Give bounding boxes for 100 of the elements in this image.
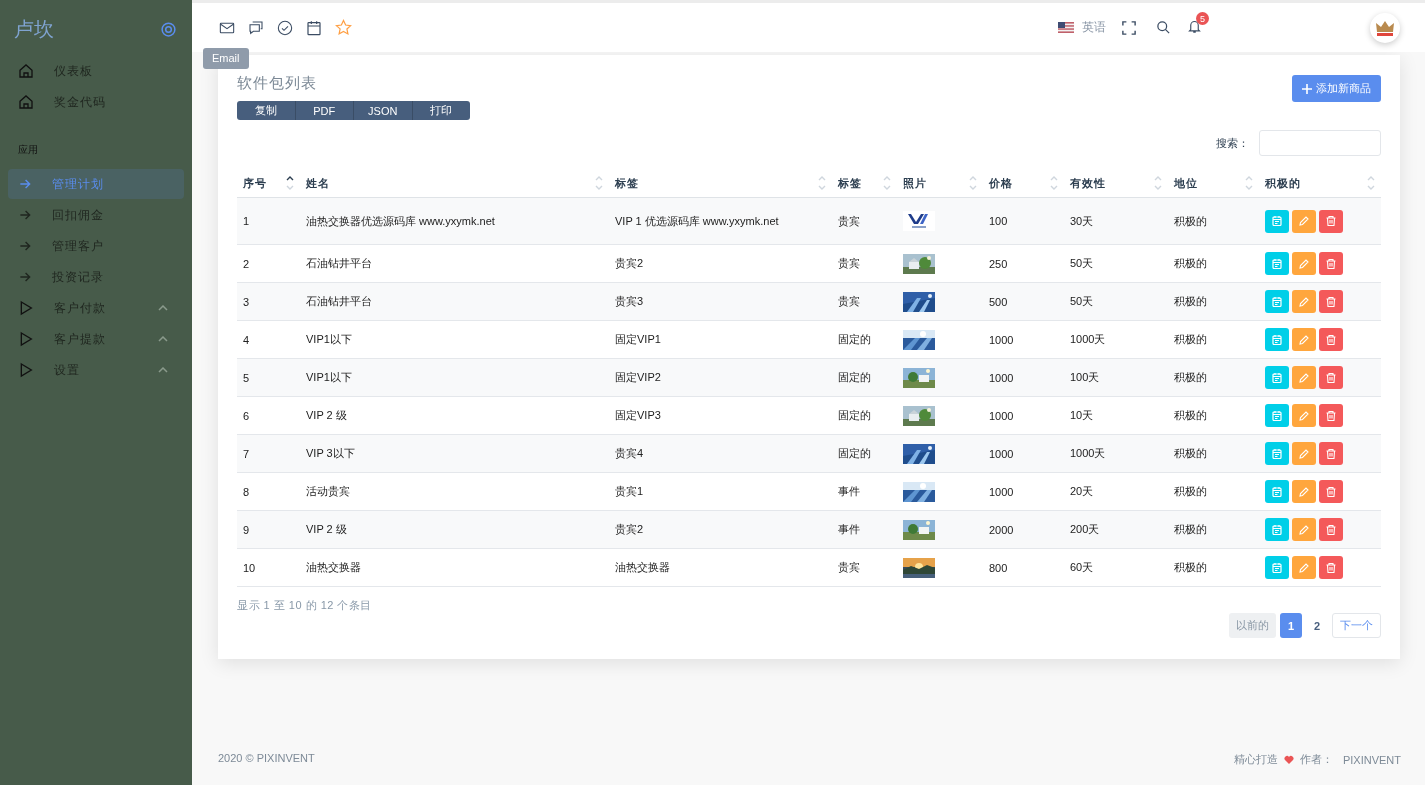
pencil-icon xyxy=(1298,409,1310,422)
table-cell: 贵宾3 xyxy=(615,295,644,307)
table-cell: 2 xyxy=(243,257,250,270)
search-icon[interactable] xyxy=(1156,20,1171,35)
export-button[interactable]: 复制 xyxy=(237,101,296,120)
table-cell: 8 xyxy=(243,485,250,498)
export-button[interactable]: 打印 xyxy=(412,101,470,120)
delete-button[interactable] xyxy=(1319,404,1343,427)
details-button[interactable] xyxy=(1265,404,1289,427)
edit-button[interactable] xyxy=(1292,556,1316,579)
footer-text: 作者： xyxy=(1299,752,1333,767)
chevron-up-icon xyxy=(158,336,168,342)
page-button[interactable]: 1 xyxy=(1280,613,1302,638)
table-cell: 固定VIP3 xyxy=(615,409,661,421)
edit-button[interactable] xyxy=(1292,518,1316,541)
column-header[interactable]: 地位 xyxy=(1174,175,1198,191)
notification-badge: 5 xyxy=(1196,12,1209,25)
table-cell: VIP 2 级 xyxy=(306,523,347,535)
table-cell: 积极的 xyxy=(1174,257,1207,269)
details-button[interactable] xyxy=(1265,442,1289,465)
table-cell: 贵宾 xyxy=(838,295,860,307)
table-cell: 10天 xyxy=(1070,409,1094,421)
brand-logo-text: 卢坎 xyxy=(14,16,54,42)
table-cell: 1000 xyxy=(989,371,1014,384)
table-cell: 1000 xyxy=(989,333,1014,346)
details-button[interactable] xyxy=(1265,518,1289,541)
target-icon[interactable] xyxy=(161,21,176,37)
trash-icon xyxy=(1325,409,1337,422)
export-button[interactable]: JSON xyxy=(354,101,413,120)
table-cell: 800 xyxy=(989,561,1008,574)
column-header[interactable]: 价格 xyxy=(989,175,1013,191)
details-button[interactable] xyxy=(1265,209,1289,233)
table-cell: 积极的 xyxy=(1174,295,1207,307)
calendar-icon xyxy=(1271,485,1283,498)
delete-button[interactable] xyxy=(1319,442,1343,465)
table-cell: 积极的 xyxy=(1174,485,1207,497)
delete-button[interactable] xyxy=(1319,290,1343,313)
delete-button[interactable] xyxy=(1319,556,1343,579)
edit-button[interactable] xyxy=(1292,252,1316,275)
edit-button[interactable] xyxy=(1292,328,1316,351)
column-header[interactable]: 标签 xyxy=(838,175,862,191)
table-cell: 50天 xyxy=(1070,295,1094,307)
details-button[interactable] xyxy=(1265,366,1289,389)
delete-button[interactable] xyxy=(1319,366,1343,389)
edit-button[interactable] xyxy=(1292,480,1316,503)
edit-button[interactable] xyxy=(1292,366,1316,389)
avatar[interactable] xyxy=(1370,12,1400,43)
language-selector[interactable]: 英语 xyxy=(1082,19,1106,36)
details-button[interactable] xyxy=(1265,290,1289,313)
delete-button[interactable] xyxy=(1319,209,1343,233)
pencil-icon xyxy=(1298,257,1310,270)
chevron-up-icon xyxy=(158,305,168,311)
search-field[interactable] xyxy=(1259,130,1381,156)
table-cell: 贵宾 xyxy=(838,561,860,573)
column-header[interactable]: 积极的 xyxy=(1265,175,1301,191)
delete-button[interactable] xyxy=(1319,252,1343,275)
fullscreen-icon[interactable] xyxy=(1122,20,1136,35)
export-button[interactable]: PDF xyxy=(295,101,354,120)
check-circle-icon[interactable] xyxy=(277,19,293,36)
bell-icon[interactable] xyxy=(1187,19,1202,34)
delete-button[interactable] xyxy=(1319,328,1343,351)
delete-button[interactable] xyxy=(1319,518,1343,541)
pencil-icon xyxy=(1298,447,1310,460)
edit-button[interactable] xyxy=(1292,442,1316,465)
menu-item[interactable]: 管理计划 xyxy=(8,169,184,199)
delete-button[interactable] xyxy=(1319,480,1343,503)
table-cell: 500 xyxy=(989,295,1008,308)
table-cell: 5 xyxy=(243,371,250,384)
column-header[interactable]: 姓名 xyxy=(306,175,330,191)
author-link[interactable]: PIXINVENT xyxy=(1342,753,1401,766)
table-cell: 油热交换器优选源码库 www.yxymk.net xyxy=(306,214,495,227)
star-icon[interactable] xyxy=(335,19,352,36)
chat-icon[interactable] xyxy=(248,19,264,36)
table-cell: 油热交换器 xyxy=(615,561,670,573)
table-cell: 石油钻井平台 xyxy=(306,295,372,307)
column-header[interactable]: 有效性 xyxy=(1070,175,1106,191)
details-button[interactable] xyxy=(1265,328,1289,351)
table-cell: 贵宾 xyxy=(838,214,860,227)
next-page-button[interactable]: 下一个 xyxy=(1332,613,1381,638)
trash-icon xyxy=(1325,333,1337,346)
details-button[interactable] xyxy=(1265,252,1289,275)
triangle-icon xyxy=(18,331,34,347)
sort-icon[interactable] xyxy=(286,175,294,191)
column-header[interactable]: 序号 xyxy=(243,175,267,191)
table-cell: 积极的 xyxy=(1174,561,1207,573)
edit-button[interactable] xyxy=(1292,290,1316,313)
details-button[interactable] xyxy=(1265,480,1289,503)
table-cell: 60天 xyxy=(1070,561,1094,573)
details-button[interactable] xyxy=(1265,556,1289,579)
home-icon xyxy=(18,63,34,79)
footer-text: 精心打造 xyxy=(1233,752,1278,767)
edit-button[interactable] xyxy=(1292,209,1316,233)
calendar-icon[interactable] xyxy=(306,19,322,36)
column-header[interactable]: 标签 xyxy=(615,175,639,191)
card-title: 软件包列表 xyxy=(237,74,318,93)
trash-icon xyxy=(1325,523,1337,536)
edit-button[interactable] xyxy=(1292,404,1316,427)
column-header[interactable]: 照片 xyxy=(903,175,927,191)
add-product-button[interactable]: 添加新商品 xyxy=(1292,75,1381,102)
table-cell: 贵宾2 xyxy=(615,523,644,535)
